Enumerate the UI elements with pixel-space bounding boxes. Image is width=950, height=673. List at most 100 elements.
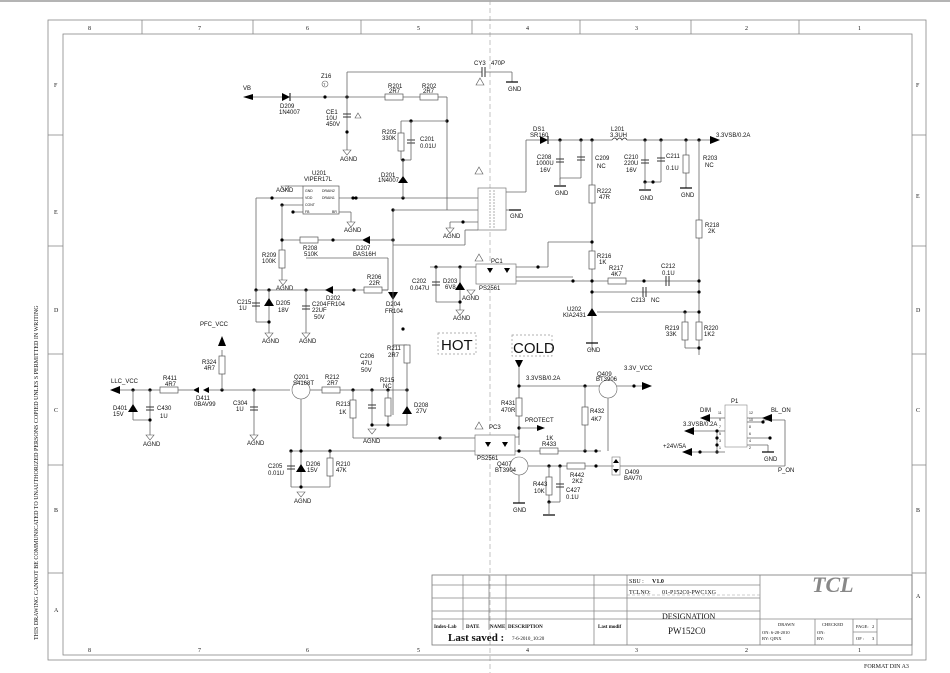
col-label: 4 bbox=[526, 26, 529, 32]
drawn-on: ON: 6-28-2010 bbox=[762, 630, 790, 635]
col-label: 7 bbox=[198, 26, 201, 32]
net-gnd: GND bbox=[640, 196, 654, 202]
outer-frame bbox=[47, 19, 927, 661]
ref-r211: R211 bbox=[387, 346, 402, 352]
inner-frame bbox=[62, 33, 913, 656]
net-p-on: P_ON bbox=[778, 468, 794, 474]
col-label: 8 bbox=[88, 648, 91, 654]
value-c204: 22UF bbox=[312, 308, 327, 314]
value-r222: 47R bbox=[599, 195, 611, 201]
net-agnd: AGND bbox=[262, 339, 280, 345]
z16-test-point: T bbox=[323, 82, 326, 87]
value-u201: VIPER17L bbox=[304, 177, 333, 183]
tcl-logo: TCL bbox=[812, 572, 854, 597]
net-3v3-vcc: 3.3V_VCC bbox=[624, 366, 653, 372]
value-r443: 10K bbox=[534, 489, 545, 495]
value-r203: NC bbox=[705, 163, 714, 169]
pin-label: 7 bbox=[719, 425, 721, 429]
pin-label: 8 bbox=[749, 425, 751, 429]
value-c213: NC bbox=[651, 298, 660, 304]
row-label: B bbox=[916, 508, 920, 514]
ref-c206: C206 bbox=[360, 354, 375, 360]
value-r432: 4K7 bbox=[591, 417, 602, 423]
value-r324: 4R7 bbox=[204, 366, 216, 372]
warning-icon bbox=[474, 421, 484, 430]
value-d411: 0BAV99 bbox=[194, 402, 216, 408]
ref-c201: C201 bbox=[420, 137, 435, 143]
net-agnd: AGND bbox=[344, 228, 362, 234]
value-d401: 15V bbox=[113, 412, 124, 418]
agnd-symbol bbox=[342, 149, 352, 156]
ref-r213: R213 bbox=[336, 402, 351, 408]
value-d209: 1N4007 bbox=[279, 110, 301, 116]
value-r219: 33K bbox=[666, 332, 677, 338]
format-label: FORMAT DIN A3 bbox=[864, 664, 909, 670]
ref-r443: R443 bbox=[533, 482, 548, 488]
tclno-value: 01-P152C0-PWC1XG bbox=[662, 590, 717, 596]
value-d205: 18V bbox=[278, 308, 289, 314]
drawn-label: DRAWN bbox=[778, 622, 795, 627]
value-d203: 6V8 bbox=[445, 285, 456, 291]
value-r202: 2R7 bbox=[423, 89, 435, 95]
designation-value: PW152C0 bbox=[668, 626, 706, 636]
value2-c204: 50V bbox=[314, 315, 325, 321]
net-agnd: AGND bbox=[363, 439, 381, 445]
ref-r203: R203 bbox=[703, 156, 718, 162]
net-gnd: GND bbox=[764, 457, 778, 463]
net-gnd: GND bbox=[508, 87, 522, 93]
net-protect: PROTECT bbox=[525, 418, 554, 424]
value2-c206: 50V bbox=[361, 368, 372, 374]
header-date: DATE bbox=[466, 625, 480, 630]
value-r210: 47K bbox=[336, 468, 347, 474]
value-c304: 1U bbox=[236, 407, 244, 413]
value-r209: 100K bbox=[262, 259, 276, 265]
sbu-label: SBU : bbox=[629, 579, 644, 585]
value-r201: 2R7 bbox=[389, 89, 401, 95]
col-label: 1 bbox=[858, 648, 861, 654]
ref-r432: R432 bbox=[590, 409, 605, 415]
header-index-lab: Index-Lab bbox=[434, 625, 457, 630]
net-gnd: GND bbox=[681, 193, 695, 199]
ref-c211: C211 bbox=[666, 154, 681, 160]
value-r217: 4K7 bbox=[611, 272, 622, 278]
ref-cy3: CY3 bbox=[474, 61, 486, 67]
value2-ce1: 450V bbox=[326, 122, 340, 128]
net-agnd: AGND bbox=[247, 441, 265, 447]
value-r431: 470R bbox=[501, 408, 516, 414]
row-labels: F E D C B A F E D C B A bbox=[48, 83, 926, 614]
value-c208: 1000U bbox=[536, 161, 554, 167]
net-agnd: AGND bbox=[294, 499, 312, 505]
value-pc3: PS2561 bbox=[477, 456, 499, 462]
value-d202: FR104 bbox=[327, 302, 346, 308]
value-d206: 15V bbox=[307, 468, 318, 474]
col-label: 5 bbox=[417, 648, 420, 654]
value-d204: FR104 bbox=[385, 309, 404, 315]
row-label: A bbox=[54, 608, 59, 614]
value-r206: 22R bbox=[369, 281, 381, 287]
row-label: F bbox=[54, 83, 58, 89]
of-value: 3 bbox=[872, 636, 875, 641]
pin-label: 1 bbox=[719, 446, 721, 450]
pin-label: 10 bbox=[749, 418, 753, 422]
value-d207: BAS16H bbox=[353, 252, 376, 258]
ref-c209: C209 bbox=[595, 156, 610, 162]
net-gnd: GND bbox=[587, 348, 601, 354]
ref-c213: C213 bbox=[631, 298, 646, 304]
net-agnd: AGND bbox=[340, 157, 358, 163]
value-r216: 1K bbox=[599, 260, 606, 266]
last-saved-value: 7-6-2010_10:20 bbox=[512, 637, 545, 642]
net-3v3sb: 3.3VSB/0.2A bbox=[526, 376, 560, 382]
col-label: 2 bbox=[745, 26, 748, 32]
pin-label: 5 bbox=[719, 432, 721, 436]
col-label: 4 bbox=[526, 648, 529, 654]
warning-icon bbox=[475, 77, 485, 86]
value-c206: 47U bbox=[361, 361, 372, 367]
value-c211: 0.1U bbox=[666, 166, 679, 172]
pc1-optocoupler bbox=[475, 263, 517, 285]
diode-d209-symbol bbox=[282, 93, 290, 101]
hot-zone-label: HOT bbox=[441, 337, 473, 354]
col-label: 5 bbox=[417, 26, 420, 32]
header-name: NAME bbox=[490, 625, 506, 630]
pin-label: VDD bbox=[305, 196, 313, 200]
col-label: 3 bbox=[635, 26, 638, 32]
